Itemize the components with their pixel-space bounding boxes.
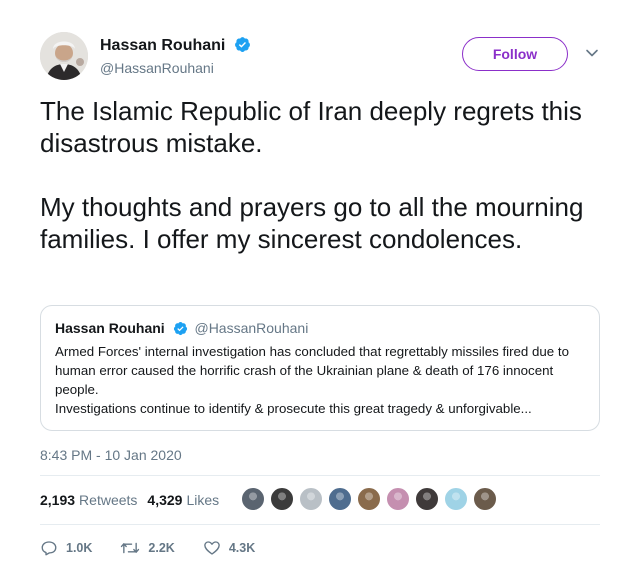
divider: [40, 475, 600, 476]
tweet-header: Hassan Rouhani @HassanRouhani Follow: [40, 28, 610, 84]
author-avatar[interactable]: [40, 32, 88, 80]
liker-avatar[interactable]: [298, 486, 324, 512]
like-button[interactable]: 4.3K: [203, 539, 255, 557]
engagement-stats: 2,193 Retweets 4,329 Likes: [40, 484, 229, 516]
retweets-label[interactable]: Retweets: [79, 492, 137, 508]
tweet-text: The Islamic Republic of Iran deeply regr…: [40, 96, 584, 254]
liker-avatars: [240, 486, 501, 514]
quoted-author-name: Hassan Rouhani: [55, 320, 165, 336]
verified-badge-icon: [173, 321, 187, 336]
likes-label[interactable]: Likes: [186, 492, 219, 508]
retweet-icon: [121, 542, 140, 554]
liker-avatar[interactable]: [443, 486, 469, 512]
chevron-down-icon[interactable]: [585, 46, 599, 60]
like-count: 4.3K: [228, 541, 256, 555]
tweet-timestamp[interactable]: 8:43 PM - 10 Jan 2020: [40, 447, 182, 463]
reply-button[interactable]: 1.0K: [40, 539, 92, 557]
liker-avatar[interactable]: [472, 486, 498, 512]
retweet-count: 2.2K: [148, 541, 175, 555]
heart-icon: [204, 541, 220, 555]
retweet-button[interactable]: 2.2K: [120, 539, 175, 557]
likes-count[interactable]: 4,329: [147, 492, 182, 508]
liker-avatar[interactable]: [269, 486, 295, 512]
quoted-author-handle: @HassanRouhani: [194, 320, 309, 336]
verified-badge-icon: [234, 37, 250, 52]
liker-avatar[interactable]: [385, 486, 411, 512]
reply-icon: [41, 541, 57, 556]
liker-avatar[interactable]: [327, 486, 353, 512]
follow-button[interactable]: Follow: [462, 37, 568, 71]
liker-avatar[interactable]: [356, 486, 382, 512]
quoted-tweet-text: Armed Forces' internal investigation has…: [55, 344, 569, 416]
reply-count: 1.0K: [66, 541, 93, 555]
author-name[interactable]: Hassan Rouhani: [100, 36, 251, 55]
quoted-tweet[interactable]: Hassan Rouhani @HassanRouhani Armed Forc…: [40, 305, 600, 431]
tweet-actions: 1.0K 2.2K 4.3K: [40, 534, 283, 562]
liker-avatar[interactable]: [240, 486, 266, 512]
divider: [40, 524, 600, 525]
author-name-text[interactable]: Hassan Rouhani: [100, 37, 225, 54]
author-handle[interactable]: @HassanRouhani: [100, 60, 214, 76]
quoted-tweet-header: Hassan Rouhani @HassanRouhani: [55, 320, 585, 336]
liker-avatar[interactable]: [414, 486, 440, 512]
retweets-count[interactable]: 2,193: [40, 492, 75, 508]
